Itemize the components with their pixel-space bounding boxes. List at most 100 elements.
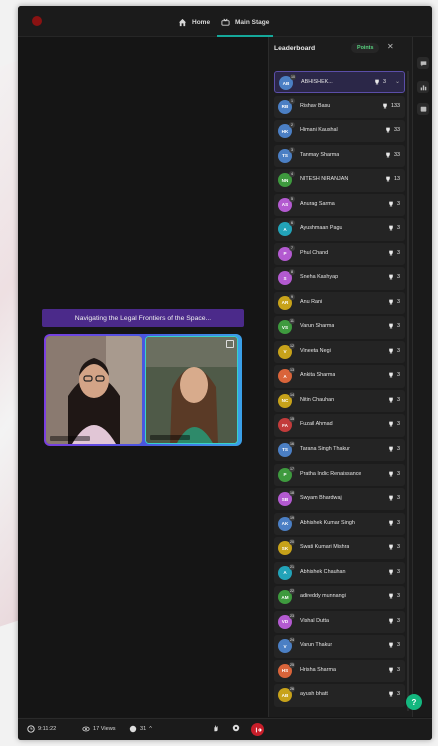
leaderboard-row[interactable]: S 8 Sneha Kashyap 3: [274, 267, 405, 290]
trophy-icon: [389, 299, 393, 305]
rank-badge: 14: [289, 391, 295, 398]
speaker-video-tile[interactable]: [46, 336, 142, 444]
participant-name: Abhishek Kumar Singh: [300, 519, 355, 526]
bottom-bar: 9:11:22 17 Views 31 ^: [18, 718, 432, 740]
participant-name: Nitin Chauhan: [300, 396, 335, 403]
leaderboard-row[interactable]: AR 9 Anu Rani 3: [274, 291, 405, 315]
poll-icon: [420, 84, 426, 90]
leaderboard-row[interactable]: NC 14 Nitin Chauhan 3: [274, 389, 405, 413]
participant-name: ABHISHEK...: [301, 79, 333, 85]
leaderboard-row[interactable]: TS 16 Tarana Singh Thakur 3: [274, 438, 405, 462]
leaderboard-title: Leaderboard: [274, 45, 316, 52]
leaderboard-row[interactable]: HS 25 Hrisha Sharma 3: [274, 659, 405, 683]
participant-points: 3: [388, 421, 400, 427]
trophy-icon: [389, 642, 393, 648]
leaderboard-row[interactable]: SB 18 Swyam Bhardwaj 3: [274, 488, 405, 511]
participant-points: 3: [388, 520, 400, 526]
leaderboard-row[interactable]: TS 3 Tanmay Sharma 33: [274, 144, 405, 167]
leaderboard-row[interactable]: V 24 Varun Thakur 3: [274, 635, 405, 658]
view-count: 17 Views: [82, 725, 116, 733]
participant-points: 3: [374, 79, 386, 85]
leaderboard-row[interactable]: V 12 Vineeta Negi 3: [274, 340, 405, 364]
participant-points: 3: [388, 544, 400, 550]
participant-name: Hrisha Sharma: [300, 666, 336, 673]
reactions-button[interactable]: 31 ^: [129, 725, 152, 733]
rank-badge: 24: [289, 637, 295, 644]
leaderboard-row[interactable]: AK 19 Abhishek Kumar Singh 3: [274, 512, 405, 535]
leaderboard-row[interactable]: P 7 Phul Chand 3: [274, 242, 405, 266]
leaderboard-row[interactable]: VS 11 Varun Sharma 3: [274, 316, 405, 339]
eye-icon: [82, 726, 90, 732]
participant-points: 33: [385, 127, 400, 133]
leaderboard-row[interactable]: AS 5 Anurag Sarma 3: [274, 193, 405, 217]
trophy-icon: [389, 520, 393, 525]
leave-button[interactable]: [251, 723, 264, 736]
trophy-icon: [389, 201, 393, 207]
nav-home-tab[interactable]: Home: [178, 13, 210, 31]
rank-badge: 16: [289, 440, 295, 447]
leaderboard-row-current-user[interactable]: AB 10 ABHISHEK... 3 ⌄: [274, 71, 405, 94]
leaderboard-row[interactable]: AB 26 ayush bhatt 3: [274, 684, 405, 707]
leaderboard-row[interactable]: A 6 Ayushmaan Pagu 3: [274, 218, 405, 241]
emoji-icon: [129, 725, 137, 733]
leaderboard-row[interactable]: A 21 Abhishek Chauhan 3: [274, 561, 405, 585]
speaker-2-video: [146, 337, 237, 443]
leaderboard-row[interactable]: RB 1 Rishav Basu 133: [274, 95, 405, 118]
raise-hand-button[interactable]: [212, 724, 220, 732]
nav-main-stage-tab[interactable]: Main Stage: [216, 13, 274, 37]
leaderboard-header: Leaderboard Points ✕: [269, 37, 413, 61]
leaderboard-row[interactable]: VD 23 Vishal Dutta 3: [274, 610, 405, 634]
participant-name: Fuzail Ahmad: [300, 421, 333, 428]
points-filter-button[interactable]: Points: [351, 43, 380, 53]
leaderboard-row[interactable]: FA 15 Fuzail Ahmad 3: [274, 414, 405, 437]
participant-name: Ayushmaan Pagu: [300, 225, 343, 232]
session-timer: 9:11:22: [27, 725, 56, 733]
camera-icon: [232, 724, 240, 732]
participant-points: 3: [388, 201, 400, 207]
participant-points: 3: [388, 495, 400, 501]
trophy-icon: [383, 103, 387, 108]
leaderboard-row[interactable]: NN 4 NITESH NIRANJAN 13: [274, 169, 405, 192]
leaderboard-row[interactable]: AM 22 adireddy munnangi 3: [274, 586, 405, 609]
exit-icon: [255, 727, 262, 732]
rank-badge: 6: [289, 220, 295, 227]
participant-points: 3: [388, 323, 400, 329]
participant-name: Ankita Sharma: [300, 372, 336, 379]
chat-button[interactable]: [417, 57, 429, 69]
camera-button[interactable]: [232, 724, 240, 732]
leaderboard-scrollbar[interactable]: [407, 71, 409, 711]
participant-name: Varun Sharma: [300, 323, 335, 330]
speaker-video-tile[interactable]: [145, 336, 238, 444]
poll-button[interactable]: [417, 81, 429, 93]
chevron-up-icon: ^: [149, 726, 152, 732]
trophy-icon: [389, 274, 393, 280]
leaderboard-row[interactable]: HK 2 Himani Kaushal 33: [274, 120, 405, 143]
clock-icon: [27, 725, 35, 733]
close-icon[interactable]: ✕: [387, 42, 394, 51]
reactions-count: 31: [140, 726, 147, 732]
home-icon: [178, 18, 187, 26]
help-button[interactable]: ?: [406, 694, 422, 710]
participant-name: Himani Kaushal: [300, 127, 338, 134]
leaderboard-row[interactable]: A 13 Ankita Sharma 3: [274, 365, 405, 388]
trophy-icon: [389, 225, 393, 231]
main-stage: Navigating the Legal Frontiers of the Sp…: [18, 37, 268, 717]
app-logo: [32, 16, 42, 26]
rank-badge: 18: [289, 490, 295, 497]
participant-points: 3: [388, 691, 400, 697]
leaderboard-row[interactable]: SK 20 Swati Kumari Mishra 3: [274, 537, 405, 560]
rank-badge: 21: [289, 563, 295, 570]
chevron-down-icon[interactable]: ⌄: [395, 78, 400, 85]
participant-points: 33: [385, 152, 400, 158]
participant-points: 3: [388, 225, 400, 231]
speaker-1-name-tag: [50, 436, 90, 441]
pin-icon[interactable]: [226, 340, 234, 348]
leaderboard-row[interactable]: P 17 Pratha Indic Renaissance 3: [274, 463, 405, 486]
trophy-icon: [389, 593, 393, 599]
qna-button[interactable]: [417, 103, 429, 115]
video-grid: [44, 334, 242, 446]
participant-name: Vineeta Negi: [300, 347, 331, 354]
participant-name: Abhishek Chauhan: [300, 568, 346, 575]
rank-badge: 11: [289, 318, 295, 325]
nav-home-label: Home: [192, 18, 211, 26]
